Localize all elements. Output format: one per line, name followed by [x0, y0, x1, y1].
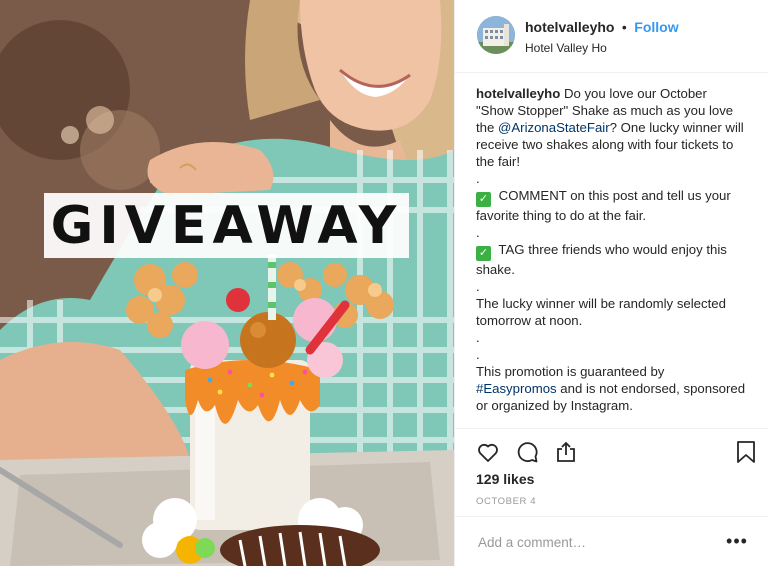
giveaway-banner: GIVEAWAY: [44, 193, 409, 258]
username-link[interactable]: hotelvalleyho: [525, 19, 614, 35]
caption-dot: .: [476, 347, 480, 362]
caption-winner: The lucky winner will be randomly select…: [476, 296, 726, 328]
caption-dot: .: [476, 171, 480, 186]
caption-dot: .: [476, 279, 480, 294]
comment-icon: [517, 442, 538, 463]
avatar[interactable]: [477, 16, 515, 54]
photo-illustration: [0, 0, 454, 566]
share-icon: [557, 441, 575, 462]
post-caption: hotelvalleyho Do you love our October "S…: [476, 85, 748, 425]
caption-dot: .: [476, 330, 480, 345]
check-icon: ✓: [476, 246, 491, 261]
giveaway-text: GIVEAWAY: [50, 195, 403, 256]
post-sidebar: hotelvalleyho • Follow Hotel Valley Ho h…: [454, 0, 768, 566]
caption-promo-1: This promotion is guaranteed by: [476, 364, 665, 379]
caption-username[interactable]: hotelvalleyho: [476, 86, 560, 101]
follow-button[interactable]: Follow: [634, 19, 678, 35]
check-icon: ✓: [476, 192, 491, 207]
mention-link[interactable]: @ArizonaStateFair: [498, 120, 610, 135]
comment-button[interactable]: [514, 439, 540, 465]
hotel-avatar-image: [477, 16, 515, 54]
heart-icon: [478, 443, 498, 462]
instagram-post: GIVEAWAY hotelvalleyho • Follow Hotel Va…: [0, 0, 768, 566]
save-button[interactable]: [733, 439, 759, 465]
post-photo[interactable]: GIVEAWAY: [0, 0, 454, 566]
caption-step-1: COMMENT on this post and tell us your fa…: [476, 188, 731, 223]
caption-step-2: TAG three friends who would enjoy this s…: [476, 242, 727, 277]
comment-bar: •••: [455, 516, 768, 567]
header-text: hotelvalleyho • Follow Hotel Valley Ho: [525, 19, 679, 55]
caption-dot: .: [476, 225, 480, 240]
post-header: hotelvalleyho • Follow Hotel Valley Ho: [455, 0, 768, 73]
action-bar: 129 likes OCTOBER 4: [455, 428, 768, 507]
like-count[interactable]: 129 likes: [476, 471, 534, 487]
post-date: OCTOBER 4: [476, 496, 537, 507]
caption-dot: .: [476, 415, 480, 425]
bookmark-icon: [737, 441, 755, 463]
location-link[interactable]: Hotel Valley Ho: [525, 41, 679, 55]
more-options-button[interactable]: •••: [723, 529, 751, 553]
comment-input[interactable]: [476, 531, 710, 553]
header-separator: •: [621, 19, 627, 35]
like-button[interactable]: [475, 439, 501, 465]
share-button[interactable]: [553, 439, 579, 465]
hashtag-link[interactable]: #Easypromos: [476, 381, 557, 396]
action-icons: [475, 439, 579, 465]
